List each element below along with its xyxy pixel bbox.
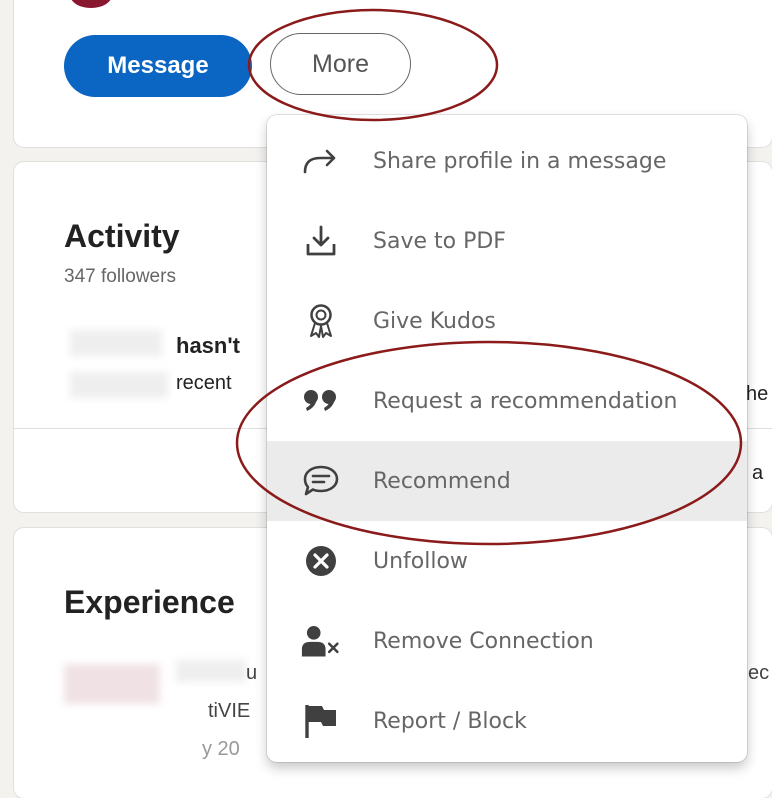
activity-status-subtext: recent [176, 372, 232, 394]
quote-icon [301, 381, 341, 421]
message-button[interactable]: Message [64, 35, 252, 97]
menu-item-give-kudos[interactable]: Give Kudos [267, 281, 747, 361]
speech-bubble-icon [301, 461, 341, 501]
more-button[interactable]: More [270, 33, 411, 95]
experience-company-fragment: tiVIE [208, 700, 251, 722]
close-circle-icon [301, 541, 341, 581]
menu-item-label: Save to PDF [373, 228, 506, 254]
activity-text-fragment: he [746, 383, 769, 405]
experience-text-fragment: ec [748, 662, 770, 684]
experience-date-fragment: y 20 [202, 738, 240, 760]
menu-item-recommend[interactable]: Recommend [267, 441, 747, 521]
menu-item-label: Report / Block [373, 708, 527, 734]
menu-item-label: Unfollow [373, 548, 468, 574]
menu-item-label: Give Kudos [373, 308, 496, 334]
share-arrow-icon [301, 141, 341, 181]
experience-title: Experience [64, 584, 235, 620]
redacted-role [176, 660, 246, 682]
remove-person-icon [301, 621, 341, 661]
more-actions-menu: Share profile in a message Save to PDF G… [267, 115, 747, 762]
show-all-activity-link[interactable]: a [752, 462, 763, 485]
menu-item-label: Remove Connection [373, 628, 594, 654]
menu-item-request-recommendation[interactable]: Request a recommendation [267, 361, 747, 441]
flag-icon [301, 701, 341, 741]
download-icon [301, 221, 341, 261]
award-ribbon-icon [301, 301, 341, 341]
menu-item-label: Share profile in a message [373, 148, 667, 174]
menu-item-save-to-pdf[interactable]: Save to PDF [267, 201, 747, 281]
menu-item-remove-connection[interactable]: Remove Connection [267, 601, 747, 681]
menu-item-share-profile[interactable]: Share profile in a message [267, 121, 747, 201]
menu-item-report-block[interactable]: Report / Block [267, 681, 747, 761]
redacted-name [70, 330, 162, 356]
activity-title: Activity [64, 218, 180, 254]
followers-count: 347 followers [64, 266, 176, 287]
company-logo [64, 664, 160, 704]
redacted-text [70, 372, 168, 398]
activity-status-text: hasn't [176, 333, 240, 358]
menu-item-unfollow[interactable]: Unfollow [267, 521, 747, 601]
menu-item-label: Request a recommendation [373, 388, 678, 414]
experience-role-fragment: u [246, 662, 258, 684]
menu-item-label: Recommend [373, 468, 511, 494]
